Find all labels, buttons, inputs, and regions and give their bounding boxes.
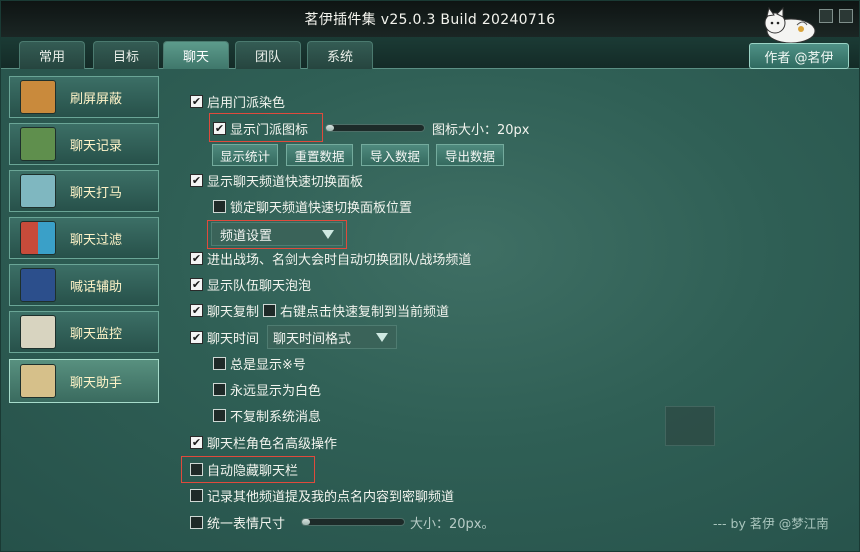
sidebar-item-chat-log[interactable]: 聊天记录 xyxy=(9,123,159,165)
skill-icon xyxy=(665,406,715,446)
tab-chat[interactable]: 聊天 xyxy=(163,41,229,69)
option-always-show-hash[interactable]: 总是显示※号 xyxy=(213,352,306,374)
option-label: 显示队伍聊天泡泡 xyxy=(207,278,312,294)
right-click-copy-checkbox[interactable] xyxy=(263,303,277,317)
option-label: 聊天时间 xyxy=(207,331,260,347)
checkbox[interactable] xyxy=(190,515,203,529)
scroll-block-icon xyxy=(20,80,56,114)
title-bar[interactable]: 茗伊插件集 v25.0.3 Build 20240716 xyxy=(1,1,859,37)
option-label: 显示聊天频道快速切换面板 xyxy=(207,174,364,190)
highlight-box xyxy=(181,456,315,483)
option-show-team-bubble[interactable]: ✔ 显示队伍聊天泡泡 xyxy=(190,273,311,295)
tab-common[interactable]: 常用 xyxy=(19,41,85,69)
rabbit-icon xyxy=(20,268,56,302)
option-label: 聊天栏角色名高级操作 xyxy=(207,436,338,452)
icon-size-slider[interactable] xyxy=(325,124,425,132)
checkbox[interactable] xyxy=(213,356,226,370)
icon-size-readout: 图标大小：20px xyxy=(432,117,530,139)
option-label: 右键点击快速复制到当前频道 xyxy=(280,304,450,320)
option-always-white[interactable]: 永远显示为白色 xyxy=(213,378,321,400)
option-label: 永远显示为白色 xyxy=(230,383,322,399)
quill-icon xyxy=(20,364,56,398)
emoji-size-slider[interactable] xyxy=(301,518,405,526)
option-chat-copy[interactable]: ✔ 聊天复制 右键点击快速复制到当前频道 xyxy=(190,299,449,321)
chat-log-icon xyxy=(20,127,56,161)
sidebar-item-chat-monitor[interactable]: 聊天监控 xyxy=(9,311,159,353)
option-label: 聊天复制 xyxy=(207,304,260,320)
export-data-button[interactable]: 导出数据 xyxy=(436,144,504,166)
sidebar-item-label: 聊天助手 xyxy=(70,375,123,391)
plugin-window: 茗伊插件集 v25.0.3 Build 20240716 常用 目标 聊天 团队… xyxy=(0,0,860,552)
icon-size-label: 图标大小：20px xyxy=(432,122,530,138)
reset-data-button[interactable]: 重置数据 xyxy=(286,144,353,166)
slider-fill xyxy=(326,125,334,131)
option-chat-time[interactable]: ✔ 聊天时间 xyxy=(190,326,259,348)
chevron-down-icon xyxy=(376,333,388,342)
sidebar-item-chat-assistant[interactable]: 聊天助手 xyxy=(9,359,159,403)
option-show-switch-panel[interactable]: ✔ 显示聊天频道快速切换面板 xyxy=(190,169,363,191)
checkbox[interactable]: ✔ xyxy=(190,303,203,317)
tab-system[interactable]: 系统 xyxy=(307,41,373,69)
checkbox[interactable] xyxy=(190,488,203,502)
checkbox[interactable] xyxy=(213,199,226,213)
sidebar-item-chat-filter[interactable]: 聊天过滤 xyxy=(9,217,159,259)
emoji-size-label: 大小：20px。 xyxy=(410,516,495,532)
sidebar-item-label: 聊天监控 xyxy=(70,326,123,342)
window-title: 茗伊插件集 v25.0.3 Build 20240716 xyxy=(304,12,556,28)
option-record-mentions[interactable]: 记录其他频道提及我的点名内容到密聊频道 xyxy=(190,484,454,506)
tab-team[interactable]: 团队 xyxy=(235,41,301,69)
time-format-dropdown[interactable]: 聊天时间格式 xyxy=(267,325,397,349)
option-auto-switch-team[interactable]: ✔ 进出战场、名剑大会时自动切换团队/战场频道 xyxy=(190,247,471,269)
author-button[interactable]: 作者 @茗伊 xyxy=(749,43,849,69)
sidebar-item-label: 聊天打马 xyxy=(70,185,123,201)
tab-target[interactable]: 目标 xyxy=(93,41,159,69)
sidebar-item-shout-assist[interactable]: 喊话辅助 xyxy=(9,264,159,306)
sidebar-item-label: 刷屏屏蔽 xyxy=(70,91,123,107)
filter-icon xyxy=(20,221,56,255)
dropdown-label: 聊天时间格式 xyxy=(273,331,352,347)
option-label: 总是显示※号 xyxy=(230,357,306,373)
cat-mascot-icon xyxy=(764,7,816,44)
highlight-box xyxy=(209,113,323,142)
minimize-icon[interactable] xyxy=(819,9,833,23)
sidebar-item-chat-horse[interactable]: 聊天打马 xyxy=(9,170,159,212)
checkbox[interactable]: ✔ xyxy=(190,251,203,265)
checkbox[interactable] xyxy=(213,408,226,422)
checkbox[interactable]: ✔ xyxy=(190,330,203,344)
checkbox[interactable]: ✔ xyxy=(190,435,203,449)
option-label: 不复制系统消息 xyxy=(230,409,322,425)
option-label: 记录其他频道提及我的点名内容到密聊频道 xyxy=(207,489,455,505)
horse-icon xyxy=(20,174,56,208)
checkbox[interactable]: ✔ xyxy=(190,94,203,108)
option-label: 锁定聊天频道快速切换面板位置 xyxy=(230,200,413,216)
import-data-button[interactable]: 导入数据 xyxy=(361,144,429,166)
emoji-size-readout: 大小：20px。 xyxy=(410,511,495,533)
highlight-box xyxy=(207,220,347,249)
sidebar-item-label: 聊天记录 xyxy=(70,138,123,154)
slider-fill xyxy=(302,519,311,525)
footer-credit: --- by 茗伊 @梦江南 xyxy=(713,516,829,531)
option-lock-switch-panel[interactable]: 锁定聊天频道快速切换面板位置 xyxy=(213,195,412,217)
close-icon[interactable] xyxy=(839,9,853,23)
checkbox[interactable] xyxy=(213,382,226,396)
option-no-copy-system[interactable]: 不复制系统消息 xyxy=(213,404,321,426)
option-label: 统一表情尺寸 xyxy=(207,516,286,532)
option-label: 启用门派染色 xyxy=(207,95,286,111)
sidebar-item-spam-block[interactable]: 刷屏屏蔽 xyxy=(9,76,159,118)
checkbox[interactable]: ✔ xyxy=(190,277,203,291)
show-stats-button[interactable]: 显示统计 xyxy=(212,144,278,166)
tab-bar: 常用 目标 聊天 团队 系统 xyxy=(1,37,859,69)
sidebar-item-label: 喊话辅助 xyxy=(70,279,123,295)
option-advanced-name-ops[interactable]: ✔ 聊天栏角色名高级操作 xyxy=(190,431,337,453)
option-label: 进出战场、名剑大会时自动切换团队/战场频道 xyxy=(207,252,472,268)
checkbox[interactable]: ✔ xyxy=(190,173,203,187)
sidebar-item-label: 聊天过滤 xyxy=(70,232,123,248)
option-school-color[interactable]: ✔ 启用门派染色 xyxy=(190,90,285,112)
monitor-icon xyxy=(20,315,56,349)
option-unify-emoji[interactable]: 统一表情尺寸 xyxy=(190,511,285,533)
